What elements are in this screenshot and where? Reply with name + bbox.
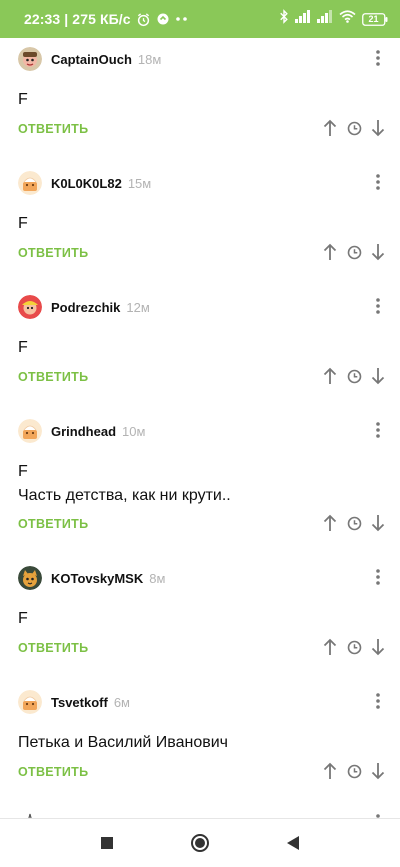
alarm-icon [136, 12, 151, 27]
more-options-icon[interactable] [370, 296, 386, 316]
downvote-arrow-icon[interactable] [370, 118, 386, 138]
upvote-arrow-icon[interactable] [322, 242, 338, 262]
comment-time: 15м [127, 175, 152, 191]
comment-time: 6м [113, 694, 130, 710]
comment-author[interactable]: K0L0K0L82 [51, 176, 122, 191]
reply-button[interactable]: ОТВЕТИТЬ [18, 246, 88, 260]
navigation-bar [0, 818, 400, 867]
comment-author[interactable]: Grindhead [51, 424, 116, 439]
more-options-icon[interactable] [370, 567, 386, 587]
avatar[interactable] [18, 295, 42, 319]
comment-text: F [18, 610, 28, 627]
clock-icon[interactable] [346, 637, 362, 657]
avatar[interactable] [18, 811, 42, 818]
avatar[interactable] [18, 171, 42, 195]
avatar[interactable] [18, 419, 42, 443]
downvote-arrow-icon[interactable] [370, 637, 386, 657]
recent-apps-icon[interactable] [92, 828, 122, 858]
signal-icon-2 [317, 10, 333, 28]
signal-icon-1 [295, 10, 311, 28]
reply-button[interactable]: ОТВЕТИТЬ [18, 122, 88, 136]
clock-icon[interactable] [346, 242, 362, 262]
bluetooth-icon [279, 9, 289, 29]
comments-feed[interactable]: CaptainOuch 18м F ОТВЕТИТЬ K0L0K0L82 15м… [0, 38, 400, 818]
comment-header: KOTovskyMSK 8м [18, 565, 165, 591]
comment-text: F [18, 91, 28, 108]
comment-time: 8м [149, 570, 166, 586]
app-notification-icon [156, 12, 170, 26]
comment-header [18, 810, 42, 818]
status-time-speed: 22:33 | 275 КБ/с [24, 11, 131, 27]
comment-author[interactable]: Podrezchik [51, 300, 120, 315]
comment-author[interactable]: KOTovskyMSK [51, 571, 143, 586]
comment-header: Tsvetkoff 6м [18, 689, 130, 715]
avatar[interactable] [18, 690, 42, 714]
comment-header: Podrezchik 12м [18, 294, 150, 320]
comment-text: F [18, 339, 28, 356]
upvote-arrow-icon[interactable] [322, 761, 338, 781]
comment-actions [322, 761, 386, 781]
clock-icon[interactable] [346, 118, 362, 138]
reply-button[interactable]: ОТВЕТИТЬ [18, 641, 88, 655]
reply-button[interactable]: ОТВЕТИТЬ [18, 765, 88, 779]
downvote-arrow-icon[interactable] [370, 242, 386, 262]
reply-button[interactable]: ОТВЕТИТЬ [18, 517, 88, 531]
clock-icon[interactable] [346, 513, 362, 533]
status-bar: 22:33 | 275 КБ/с 21 [0, 0, 400, 38]
battery-icon: 21 [362, 12, 388, 26]
more-notifications-icon [175, 16, 189, 22]
comment-header: CaptainOuch 18м [18, 46, 161, 72]
comment-author[interactable]: CaptainOuch [51, 52, 132, 67]
more-options-icon[interactable] [370, 420, 386, 440]
comment-actions [322, 242, 386, 262]
home-icon[interactable] [185, 828, 215, 858]
wifi-icon [339, 10, 356, 28]
more-options-icon[interactable] [370, 691, 386, 711]
downvote-arrow-icon[interactable] [370, 366, 386, 386]
comment-actions [322, 637, 386, 657]
downvote-arrow-icon[interactable] [370, 513, 386, 533]
comment-actions [322, 118, 386, 138]
comment-text: F Часть детства, как ни крути.. [18, 463, 231, 504]
comment-text: F [18, 215, 28, 232]
comment-time: 18м [137, 51, 162, 67]
reply-button[interactable]: ОТВЕТИТЬ [18, 370, 88, 384]
comment-author[interactable]: Tsvetkoff [51, 695, 108, 710]
more-options-icon[interactable] [370, 172, 386, 192]
comment-time: 12м [126, 299, 150, 315]
avatar[interactable] [18, 566, 42, 590]
clock-icon[interactable] [346, 761, 362, 781]
downvote-arrow-icon[interactable] [370, 761, 386, 781]
comment-actions [322, 513, 386, 533]
comment-text: Петька и Василий Иванович [18, 734, 228, 751]
clock-icon[interactable] [346, 366, 362, 386]
comment-time: 10м [122, 423, 146, 439]
comment-actions [322, 366, 386, 386]
upvote-arrow-icon[interactable] [322, 118, 338, 138]
more-options-icon[interactable] [370, 48, 386, 68]
battery-level-text: 21 [368, 13, 379, 24]
upvote-arrow-icon[interactable] [322, 513, 338, 533]
upvote-arrow-icon[interactable] [322, 366, 338, 386]
avatar[interactable] [18, 47, 42, 71]
comment-header: Grindhead 10м [18, 418, 145, 444]
upvote-arrow-icon[interactable] [322, 637, 338, 657]
back-icon[interactable] [278, 828, 308, 858]
comment-header: K0L0K0L82 15м [18, 170, 151, 196]
